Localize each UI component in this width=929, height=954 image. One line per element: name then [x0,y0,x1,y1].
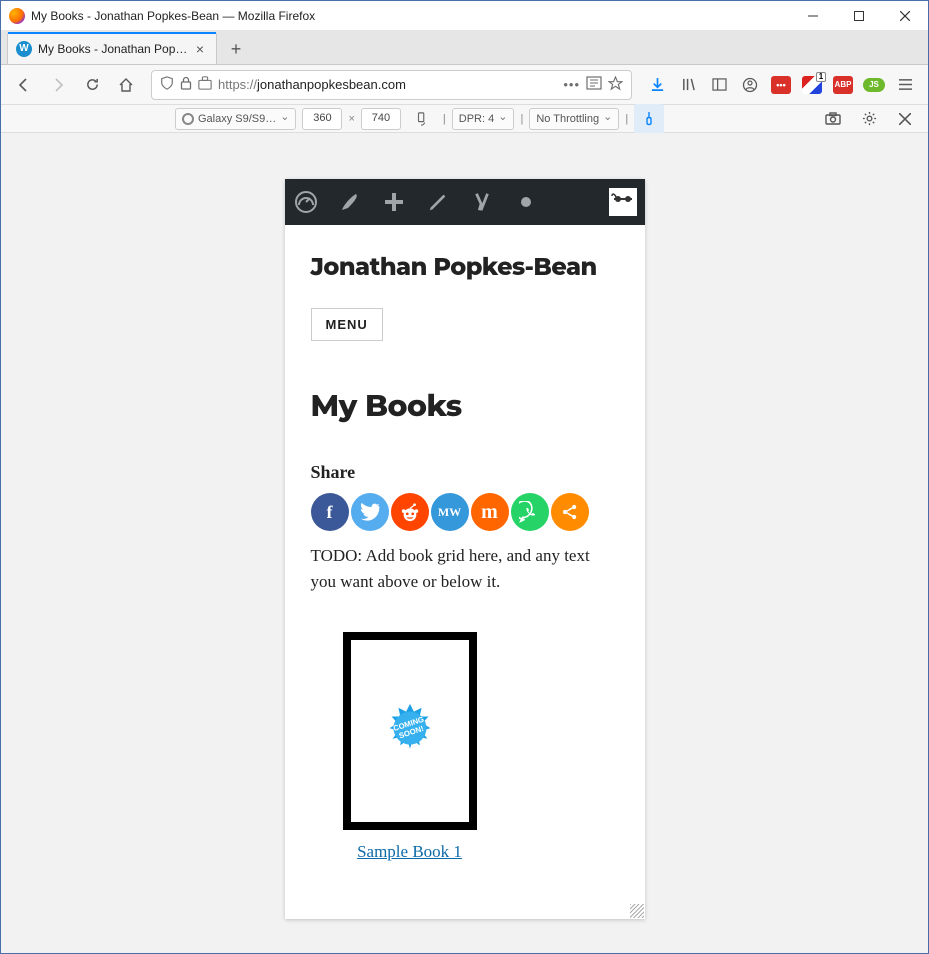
book-link[interactable]: Sample Book 1 [343,842,477,862]
resize-handle[interactable] [630,904,644,918]
share-twitter[interactable] [351,493,389,531]
app-menu-button[interactable] [890,70,920,100]
window-titlebar: My Books - Jonathan Popkes-Bean — Mozill… [1,1,928,31]
bookmark-star-icon[interactable] [608,76,623,94]
tab-close-icon[interactable]: × [192,41,208,57]
page-content: Jonathan Popkes-Bean MENU My Books Share… [285,225,645,919]
share-buttons: f MW m [311,493,619,531]
wp-admin-bar [285,179,645,225]
lock-icon [180,76,192,93]
abp-icon: ABP [833,76,853,94]
chrome-brand-icon [182,113,194,125]
responsive-design-toolbar: Galaxy S9/S9… 360 × 740 | DPR: 4 | No Th… [1,105,928,133]
firefox-window: My Books - Jonathan Popkes-Bean — Mozill… [0,0,929,954]
share-whatsapp[interactable] [511,493,549,531]
library-button[interactable] [673,70,703,100]
device-viewport: Jonathan Popkes-Bean MENU My Books Share… [285,179,645,919]
screenshot-button[interactable] [818,104,848,134]
dpr-select[interactable]: DPR: 4 [452,108,515,130]
minimize-button[interactable] [790,1,836,31]
width-input[interactable]: 360 [302,108,342,130]
badge-count: 1 [816,72,826,82]
book-cover[interactable]: COMING SOON! [343,632,477,830]
site-title[interactable]: Jonathan Popkes-Bean [311,253,619,282]
forward-button[interactable] [43,70,73,100]
share-mix[interactable]: m [471,493,509,531]
wordpress-icon: W [16,41,32,57]
dashboard-icon[interactable] [293,189,319,215]
share-reddit[interactable] [391,493,429,531]
home-button[interactable] [111,70,141,100]
throttle-label: No Throttling [536,113,599,125]
sidebar-button[interactable] [704,70,734,100]
js-icon: JS [863,78,885,92]
reader-icon[interactable] [586,76,602,93]
reload-button[interactable] [77,70,107,100]
content-area: Jonathan Popkes-Bean MENU My Books Share… [1,133,928,953]
dimension-x: × [348,113,354,125]
share-mewe[interactable]: MW [431,493,469,531]
coming-soon-badge: COMING SOON! [379,700,441,762]
js-button[interactable]: JS [859,70,889,100]
caret-icon [498,112,507,125]
body-text: TODO: Add book grid here, and any text y… [311,543,619,596]
tab-label: My Books - Jonathan Popkes-B… [38,42,192,56]
url-protocol: https:// [218,77,257,92]
dpr-label: DPR: 4 [459,113,494,125]
yoast-icon[interactable] [469,189,495,215]
extension-icon: ••• [771,76,791,94]
device-select[interactable]: Galaxy S9/S9… [175,108,296,130]
caret-icon [280,112,289,125]
rdm-settings-button[interactable] [854,104,884,134]
permissions-icon [198,76,212,93]
menu-button[interactable]: MENU [311,308,383,341]
sep: | [443,113,446,125]
browser-tab[interactable]: W My Books - Jonathan Popkes-B… × [7,32,217,64]
book-item: COMING SOON! Sample Book 1 [343,632,477,862]
sep: | [625,113,628,125]
page-title: My Books [311,387,619,424]
downloads-button[interactable] [642,70,672,100]
rotate-button[interactable] [407,104,437,134]
url-domain: jonathanpopkesbean.com [257,77,406,92]
customize-icon[interactable] [337,189,363,215]
share-facebook[interactable]: f [311,493,349,531]
device-label: Galaxy S9/S9… [198,113,276,125]
tab-bar: W My Books - Jonathan Popkes-B… × + [1,31,928,65]
navigation-toolbar: https://jonathanpopkesbean.com ••• [1,65,928,105]
flag-icon: 1 [802,76,822,94]
status-dot-icon[interactable] [513,189,539,215]
shield-icon [160,76,174,93]
new-tab-button[interactable]: + [221,34,251,64]
firefox-icon [9,8,25,24]
height-input[interactable]: 740 [361,108,401,130]
throttling-select[interactable]: No Throttling [529,108,619,130]
sep: | [520,113,523,125]
extension-button-2[interactable]: 1 [797,70,827,100]
edit-icon[interactable] [425,189,451,215]
caret-icon [603,112,612,125]
user-avatar[interactable] [609,188,637,216]
abp-button[interactable]: ABP [828,70,858,100]
close-button[interactable] [882,1,928,31]
maximize-button[interactable] [836,1,882,31]
share-more[interactable] [551,493,589,531]
extension-button-1[interactable]: ••• [766,70,796,100]
page-actions-icon[interactable]: ••• [563,77,580,92]
share-label: Share [311,462,619,483]
url-text: https://jonathanpopkesbean.com [218,77,557,92]
window-title: My Books - Jonathan Popkes-Bean — Mozill… [31,9,790,23]
add-new-icon[interactable] [381,189,407,215]
back-button[interactable] [9,70,39,100]
account-button[interactable] [735,70,765,100]
rdm-close-button[interactable] [890,104,920,134]
touch-button[interactable] [634,104,664,134]
url-bar[interactable]: https://jonathanpopkesbean.com ••• [151,70,632,100]
